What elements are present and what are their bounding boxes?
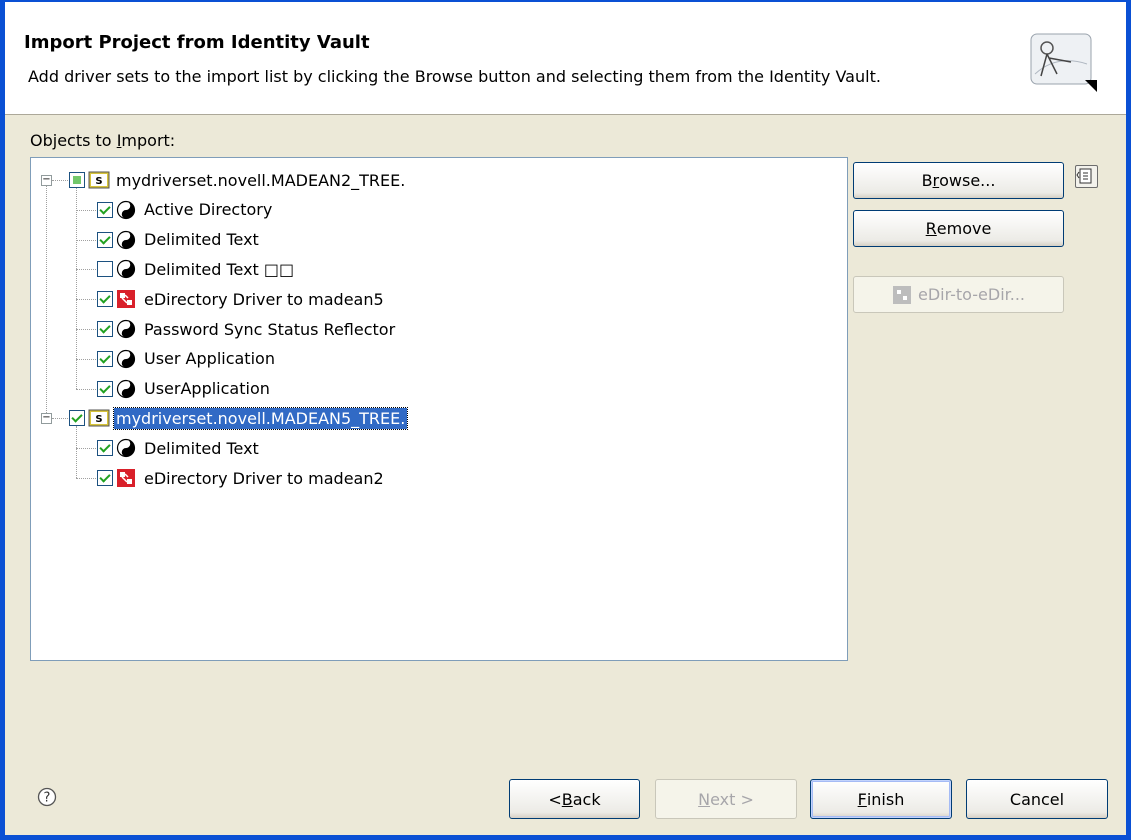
tree-expander[interactable]: − (41, 175, 52, 186)
tree-item-label: User Application (144, 349, 275, 369)
tree-connector (76, 358, 96, 360)
tree-checkbox[interactable] (97, 440, 113, 457)
tree-driver-row[interactable]: Delimited Text (97, 434, 261, 462)
import-tree[interactable]: − Smydriverset.novell.MADEAN2_TREE. Active… (30, 157, 848, 661)
tree-driver-row[interactable]: Password Sync Status Reflector (97, 315, 397, 343)
tree-item-label: mydriverset.novell.MADEAN5_TREE. (112, 406, 409, 430)
tree-checkbox[interactable] (97, 470, 113, 486)
tree-checkbox[interactable] (97, 350, 113, 367)
tree-item-label: eDirectory Driver to madean2 (144, 468, 384, 488)
driver-yinyang-icon (116, 230, 136, 250)
svg-text:S: S (95, 176, 102, 187)
next-button[interactable]: Next > (655, 779, 797, 819)
tree-connector (76, 329, 96, 330)
tree-item-label: Delimited Text (144, 230, 259, 250)
driver-yinyang-icon (116, 349, 136, 369)
browse-button[interactable]: Br owse... (853, 162, 1064, 199)
tree-driver-row[interactable]: eDirectory Driver to madean2 (97, 464, 386, 492)
tree-driverset-row[interactable]: Smydriverset.novell.MADEAN2_TREE. (69, 166, 407, 194)
tree-checkbox[interactable] (69, 410, 85, 427)
tree-connector (76, 478, 96, 479)
tree-item-label: Password Sync Status Reflector (144, 319, 396, 339)
driver-yinyang-icon (116, 438, 136, 458)
edir-to-edir-icon (892, 285, 911, 304)
wizard-header: Import Project from Identity Vault Add d… (5, 2, 1126, 115)
driver-yinyang-icon (116, 200, 136, 220)
driver-yinyang-icon (116, 379, 136, 399)
help-icon[interactable]: ? (37, 787, 57, 807)
tree-item-label: UserApplication (144, 379, 270, 399)
collapse-all-button[interactable] (1075, 165, 1098, 188)
svg-text:?: ? (44, 791, 51, 806)
svg-text:S: S (95, 414, 102, 425)
tree-connector (76, 188, 77, 389)
tree-item-label: Delimited Text □□ (144, 259, 295, 279)
back-button[interactable]: < Back (509, 779, 640, 819)
tree-connector (76, 299, 96, 301)
edirectory-driver-icon (116, 289, 136, 309)
collapse-all-icon (1076, 168, 1092, 184)
tree-connector (76, 426, 77, 478)
page-title: Import Project from Identity Vault (24, 32, 370, 53)
tree-driver-row[interactable]: eDirectory Driver to madean5 (97, 285, 386, 313)
driverset-icon: S (88, 170, 110, 190)
tree-driverset-row[interactable]: Smydriverset.novell.MADEAN5_TREE. (69, 404, 409, 432)
import-wizard-icon (1030, 33, 1097, 92)
tree-driver-row[interactable]: Delimited Text □□ (97, 255, 296, 283)
page-description: Add driver sets to the import list by cl… (28, 67, 881, 86)
tree-connector (76, 269, 96, 271)
tree-item-label: Active Directory (144, 200, 273, 220)
tree-connector (76, 388, 96, 390)
driver-yinyang-icon (116, 319, 136, 339)
tree-connector (46, 186, 47, 414)
tree-checkbox[interactable] (97, 380, 113, 397)
tree-connector (76, 448, 96, 450)
remove-button[interactable]: Remove (853, 210, 1064, 247)
tree-checkbox[interactable] (97, 261, 113, 278)
tree-driver-row[interactable]: UserApplication (97, 375, 272, 403)
tree-item-label: mydriverset.novell.MADEAN2_TREE. (116, 170, 406, 190)
edir-to-edir-button[interactable]: eDir-to-eDir... (853, 276, 1064, 313)
driverset-icon: S (88, 408, 110, 428)
tree-driver-row[interactable]: Delimited Text (97, 226, 261, 254)
tree-checkbox[interactable] (69, 172, 85, 188)
finish-button[interactable]: Finish (810, 779, 952, 819)
tree-item-label: Delimited Text (144, 438, 259, 458)
cancel-button[interactable]: Cancel (966, 779, 1108, 819)
tree-checkbox[interactable] (97, 231, 113, 248)
tree-checkbox[interactable] (97, 201, 113, 218)
tree-connector (76, 239, 96, 241)
tree-driver-row[interactable]: User Application (97, 345, 277, 373)
tree-connector (52, 180, 68, 181)
tree-checkbox[interactable] (97, 321, 113, 337)
tree-connector (52, 418, 68, 420)
edirectory-driver-icon (116, 468, 136, 488)
tree-driver-row[interactable]: Active Directory (97, 196, 274, 224)
tree-expander[interactable]: − (41, 413, 52, 425)
tree-checkbox[interactable] (97, 291, 113, 308)
tree-item-label: eDirectory Driver to madean5 (144, 289, 384, 309)
tree-connector (76, 209, 96, 211)
driver-yinyang-icon (116, 259, 136, 279)
objects-to-import-label: Objects to Import: (30, 131, 176, 150)
